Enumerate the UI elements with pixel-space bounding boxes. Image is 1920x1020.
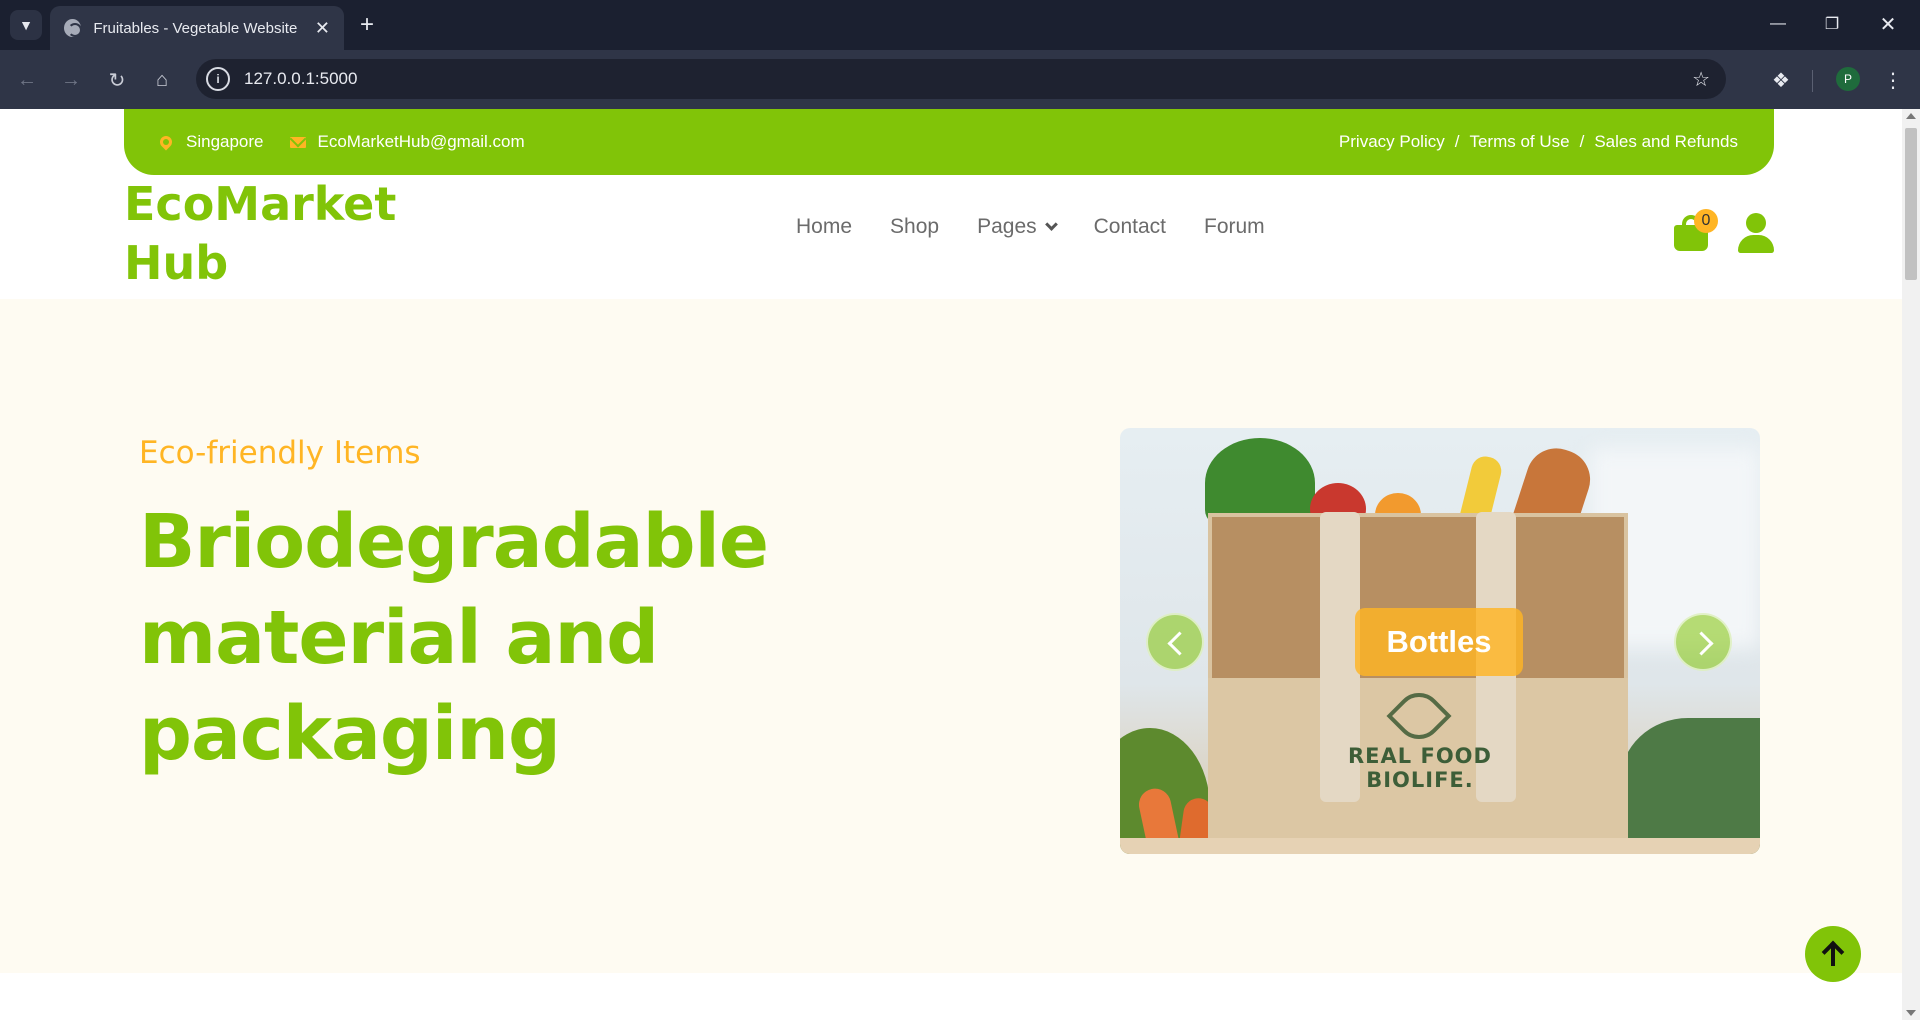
back-button[interactable]: ← bbox=[10, 63, 44, 97]
tab-search-button[interactable]: ▼ bbox=[10, 10, 42, 40]
toolbar-divider bbox=[1812, 70, 1813, 92]
main-navigation: Home Shop Pages Contact Forum bbox=[796, 215, 1303, 239]
email-text[interactable]: EcoMarketHub@gmail.com bbox=[318, 132, 525, 152]
cart-count-badge: 0 bbox=[1694, 209, 1718, 233]
hero-section: Eco-friendly Items Briodegradable materi… bbox=[0, 299, 1902, 973]
privacy-policy-link[interactable]: Privacy Policy bbox=[1339, 132, 1445, 152]
link-separator: / bbox=[1579, 132, 1585, 151]
hero-heading: Briodegradable material and packaging bbox=[139, 494, 899, 782]
carousel-next-button[interactable] bbox=[1674, 613, 1732, 671]
scroll-down-arrow-icon[interactable] bbox=[1906, 1010, 1916, 1016]
nav-pages-label: Pages bbox=[977, 215, 1037, 238]
close-window-button[interactable]: ✕ bbox=[1868, 8, 1908, 40]
back-to-top-button[interactable] bbox=[1805, 926, 1861, 982]
email-info: EcoMarketHub@gmail.com bbox=[289, 132, 525, 152]
browser-tab-bar: ▼ Fruitables - Vegetable Website ✕ + — ❐… bbox=[0, 0, 1920, 50]
home-button[interactable]: ⌂ bbox=[145, 63, 179, 97]
sales-refunds-link[interactable]: Sales and Refunds bbox=[1594, 132, 1738, 152]
nav-forum[interactable]: Forum bbox=[1204, 215, 1265, 239]
bag-print-text: REAL FOOD BIOLIFE. bbox=[1320, 744, 1520, 792]
cart-button[interactable]: 0 bbox=[1672, 209, 1718, 251]
location-text: Singapore bbox=[186, 132, 264, 151]
envelope-icon bbox=[289, 136, 306, 148]
user-account-icon[interactable] bbox=[1738, 213, 1774, 253]
hero-carousel: REAL FOOD BIOLIFE. Bottles bbox=[1120, 428, 1760, 854]
terms-of-use-link[interactable]: Terms of Use bbox=[1469, 132, 1569, 152]
bag-print-line-2: BIOLIFE. bbox=[1366, 768, 1474, 792]
browser-menu-button[interactable]: ⋮ bbox=[1878, 63, 1908, 97]
scrollbar-thumb[interactable] bbox=[1905, 128, 1917, 280]
carousel-category-button[interactable]: Bottles bbox=[1355, 608, 1523, 676]
chevron-down-icon: ▼ bbox=[19, 17, 33, 33]
nav-pages-dropdown[interactable]: Pages bbox=[977, 215, 1058, 239]
new-tab-button[interactable]: + bbox=[352, 10, 382, 40]
close-tab-icon[interactable]: ✕ bbox=[315, 18, 330, 39]
hero-eyebrow: Eco-friendly Items bbox=[139, 435, 421, 471]
hero-heading-line-1: Briodegradable bbox=[139, 499, 769, 585]
nav-home[interactable]: Home bbox=[796, 215, 852, 239]
nav-shop[interactable]: Shop bbox=[890, 215, 939, 239]
restore-window-button[interactable]: ❐ bbox=[1812, 8, 1852, 40]
url-text[interactable]: 127.0.0.1:5000 bbox=[244, 69, 357, 89]
nav-contact[interactable]: Contact bbox=[1094, 215, 1166, 239]
minimize-window-button[interactable]: — bbox=[1758, 8, 1798, 40]
map-pin-icon bbox=[157, 133, 175, 151]
site-header: EcoMarket Hub Home Shop Pages Contact Fo… bbox=[0, 175, 1902, 290]
link-separator: / bbox=[1454, 132, 1460, 151]
page-viewport: Singapore EcoMarketHub@gmail.com Privacy… bbox=[0, 109, 1902, 1020]
hero-heading-line-3: packaging bbox=[139, 691, 561, 777]
site-info-icon[interactable]: i bbox=[206, 67, 230, 91]
globe-icon bbox=[64, 19, 83, 37]
user-icon-head bbox=[1746, 213, 1766, 233]
site-logo[interactable]: EcoMarket Hub bbox=[124, 175, 444, 293]
user-icon-body bbox=[1738, 235, 1774, 253]
profile-avatar[interactable]: P bbox=[1836, 67, 1860, 91]
page-scrollbar[interactable] bbox=[1902, 109, 1920, 1020]
browser-toolbar: ← → ↻ ⌂ i 127.0.0.1:5000 ☆ ❖ ⋮ bbox=[0, 50, 1920, 109]
extensions-puzzle-icon[interactable]: ❖ bbox=[1764, 63, 1798, 97]
cloth-illustration bbox=[1620, 718, 1760, 854]
chevron-down-icon bbox=[1044, 217, 1058, 231]
bookmark-star-icon[interactable]: ☆ bbox=[1692, 67, 1710, 92]
carousel-prev-button[interactable] bbox=[1146, 613, 1204, 671]
top-info-bar: Singapore EcoMarketHub@gmail.com Privacy… bbox=[124, 109, 1774, 175]
bag-print-line-1: REAL FOOD bbox=[1348, 744, 1492, 768]
hero-heading-line-2: material and bbox=[139, 595, 659, 681]
location-info: Singapore bbox=[157, 132, 264, 152]
logo-line-1: EcoMarket bbox=[124, 177, 397, 231]
tab-title: Fruitables - Vegetable Website bbox=[93, 19, 298, 37]
browser-tab[interactable]: Fruitables - Vegetable Website ✕ bbox=[50, 6, 344, 50]
address-bar[interactable]: i 127.0.0.1:5000 ☆ bbox=[196, 59, 1726, 99]
forward-button[interactable]: → bbox=[54, 63, 88, 97]
logo-line-2: Hub bbox=[124, 236, 229, 290]
scroll-up-arrow-icon[interactable] bbox=[1906, 113, 1916, 119]
reload-button[interactable]: ↻ bbox=[100, 63, 134, 97]
